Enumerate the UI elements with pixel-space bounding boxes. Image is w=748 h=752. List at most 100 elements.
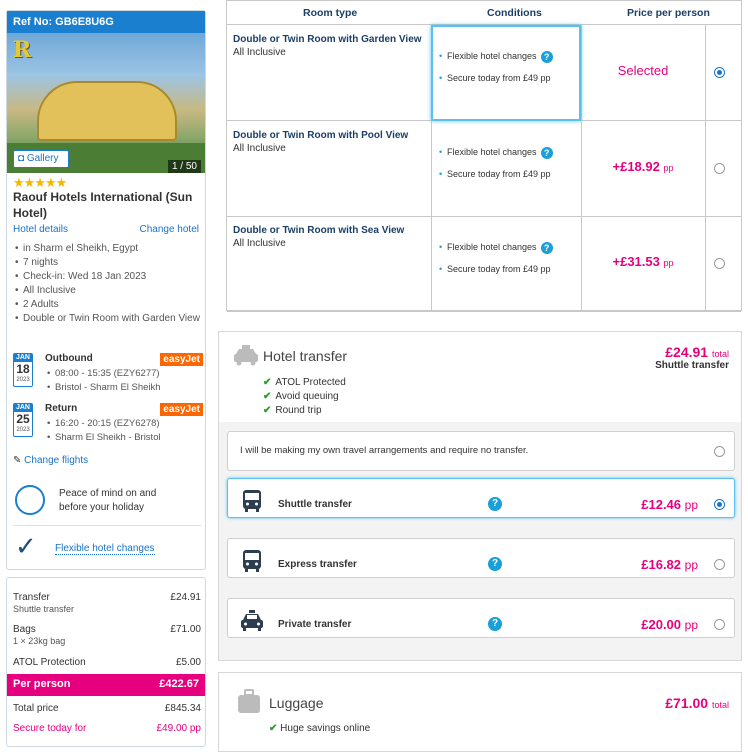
divider [431, 216, 432, 312]
room-name: Double or Twin Room with Pool View [233, 130, 409, 141]
gallery-button[interactable]: ◘ Gallery [13, 150, 69, 168]
feature-text: Round trip [275, 405, 322, 416]
cal-month: JAN [14, 404, 32, 412]
change-hotel-link[interactable]: Change hotel [140, 224, 200, 235]
room-radio[interactable] [714, 163, 725, 174]
flight-title: Return [45, 403, 78, 414]
camera-icon: ◘ [18, 153, 25, 164]
per-person-label: Per person [13, 678, 71, 690]
divider [431, 121, 432, 217]
hotel-logo: R [13, 37, 32, 63]
atol-line2: before your holiday [59, 502, 145, 513]
outbound-flight: JAN 18 2023 Outbound easyJet 08:00 - 15:… [13, 353, 203, 397]
bus-icon [243, 550, 261, 572]
cal-year: 2023 [16, 427, 30, 433]
transfer-price-value: £12.46 [641, 497, 682, 512]
room-row[interactable]: Double or Twin Room with Garden View All… [227, 25, 741, 121]
help-icon[interactable]: ? [540, 241, 553, 254]
luggage-icon [238, 689, 260, 713]
checkmark-icon: ✔ [269, 723, 278, 734]
change-flights-label: Change flights [24, 455, 89, 466]
per-person-value: £422.67 [159, 678, 199, 690]
flight-time: 16:20 - 20:15 (EZY6278) [47, 417, 161, 431]
airline-logo: easyJet [160, 403, 203, 416]
transfer-features: ✔ ATOL Protected ✔ Avoid queuing ✔ Round tr… [263, 376, 346, 418]
room-name: Double or Twin Room with Garden View [233, 34, 422, 45]
list-item: Check-in: Wed 18 Jan 2023 [15, 270, 201, 284]
return-flight: JAN 25 2023 Return easyJet 16:20 - 20:15… [13, 403, 203, 447]
no-transfer-label: I will be making my own travel arrangeme… [240, 445, 529, 456]
room-radio[interactable] [714, 258, 725, 269]
room-row[interactable]: Double or Twin Room with Pool View All I… [227, 121, 741, 217]
transfer-radio[interactable] [714, 619, 725, 630]
flight-title: Outbound [45, 353, 93, 364]
gallery-label: Gallery [26, 153, 59, 164]
calendar-icon: JAN 18 2023 [13, 353, 33, 387]
transfer-price-unit: pp [684, 618, 698, 632]
help-icon[interactable]: ? [488, 497, 502, 511]
divider [581, 216, 582, 312]
bus-icon [243, 490, 261, 512]
luggage-total-value: £71.00 [665, 695, 709, 711]
transfer-total-value: £24.91 [665, 344, 709, 360]
header-price: Price per person [627, 7, 710, 19]
transfer-sub: Shuttle transfer [13, 604, 75, 614]
room-price: +£18.92 pp [583, 159, 703, 174]
transfer-price: £16.82 pp [641, 557, 698, 572]
transfer-price-value: £16.82 [641, 557, 682, 572]
feature-text: Avoid queuing [275, 391, 339, 402]
room-board: All Inclusive [233, 143, 286, 154]
table-header: Room type Conditions Price per person [227, 1, 741, 25]
help-icon[interactable]: ? [488, 617, 502, 631]
transfer-radio[interactable] [714, 559, 725, 570]
flexible-hotel-changes-link[interactable]: Flexible hotel changes [55, 543, 155, 555]
help-icon[interactable]: ? [540, 146, 553, 159]
atol-value: £5.00 [175, 657, 201, 668]
total-value: £845.34 [164, 703, 201, 714]
luggage-title: Luggage [269, 695, 324, 711]
list-item: ✔ Round trip [263, 404, 346, 418]
condition-text: Flexible hotel changes [447, 242, 537, 252]
transfer-radio[interactable] [714, 499, 725, 510]
atol-line1: Peace of mind on and [59, 488, 157, 499]
atol-label: ATOL Protection [13, 657, 86, 668]
bags-sub: 1 × 23kg bag [13, 636, 66, 646]
list-item: in Sharm el Sheikh, Egypt [15, 242, 201, 256]
room-price-value: Selected [617, 63, 669, 78]
list-item: ✔ Avoid queuing [263, 390, 346, 404]
transfer-value: £24.91 [170, 592, 201, 603]
feature-text: ATOL Protected [275, 377, 346, 388]
room-radio[interactable] [714, 67, 725, 78]
transfer-radio[interactable] [714, 446, 725, 457]
hotel-transfer-card: Hotel transfer ✔ ATOL Protected ✔ Avoid qu… [218, 331, 742, 661]
room-price-unit: pp [663, 258, 674, 268]
selected-highlight [431, 25, 581, 121]
help-icon[interactable]: ? [488, 557, 502, 571]
bags-label: Bags [13, 624, 36, 635]
hotel-photo[interactable]: R ◘ Gallery 1 / 50 [7, 33, 205, 173]
per-person-bar: Per person £422.67 [7, 674, 205, 696]
divider [705, 25, 706, 121]
header-conditions: Conditions [487, 7, 542, 19]
change-flights-link[interactable]: ✎ Change flights [13, 455, 88, 466]
flight-route: Bristol - Sharm El Sheikh [47, 381, 161, 395]
no-transfer-option[interactable]: I will be making my own travel arrangeme… [227, 431, 735, 471]
transfer-name: Private transfer [278, 619, 352, 630]
flexible-hotel-changes[interactable]: ✓ Flexible hotel changes [13, 531, 203, 563]
checkmark-icon: ✔ [263, 377, 272, 388]
room-price: +£31.53 pp [583, 254, 703, 269]
transfer-option-express[interactable]: Express transfer ? £16.82 pp [227, 538, 735, 578]
room-price-value: +£18.92 [612, 159, 660, 174]
header-room-type: Room type [303, 7, 358, 19]
checkmark-icon: ✔ [263, 391, 272, 402]
transfer-option-private[interactable]: Private transfer ? £20.00 pp [227, 598, 735, 638]
divider [581, 121, 582, 217]
airline-logo: easyJet [160, 353, 203, 366]
hotel-details-link[interactable]: Hotel details [13, 224, 68, 235]
room-row[interactable]: Double or Twin Room with Sea View All In… [227, 216, 741, 312]
secure-value: £49.00 pp [156, 723, 202, 734]
checkmark-icon: ✓ [15, 531, 37, 561]
flight-route: Sharm El Sheikh - Bristol [47, 431, 161, 445]
transfer-price-unit: pp [684, 558, 698, 572]
transfer-option-shuttle[interactable]: Shuttle transfer ? £12.46 pp [227, 478, 735, 518]
